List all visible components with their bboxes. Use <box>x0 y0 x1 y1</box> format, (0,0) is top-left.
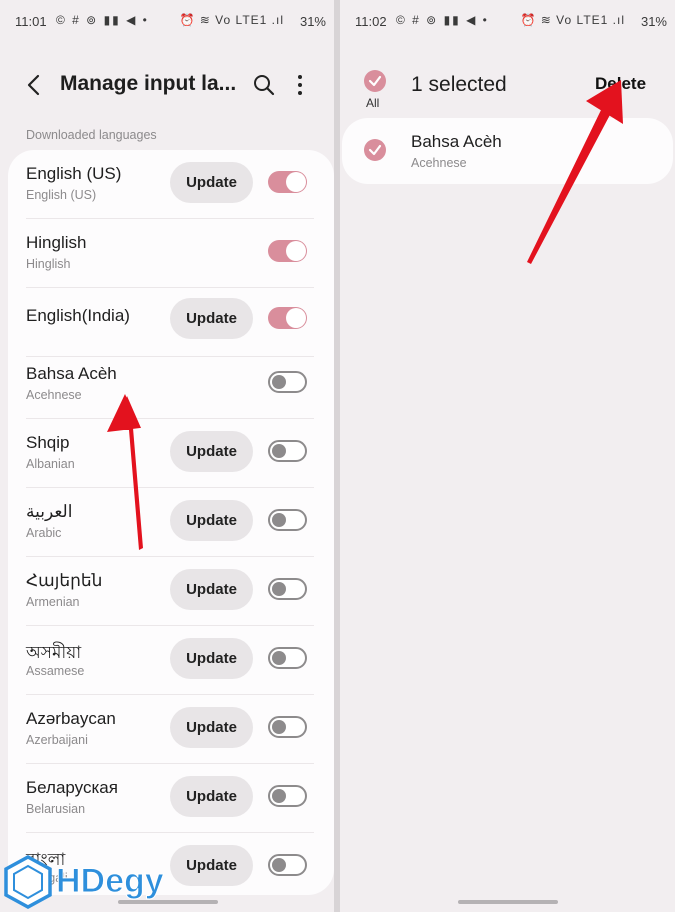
language-subtitle: Acehnese <box>26 388 82 402</box>
language-toggle[interactable] <box>268 854 307 876</box>
status-bar: 11:01 © # ⊚ ▮▮ ◀ • ⏰ ≋ Vo LTE1 .ıl 31% <box>0 0 334 44</box>
status-time: 11:02 <box>355 14 387 29</box>
update-button[interactable]: Update <box>170 569 253 610</box>
status-time: 11:01 <box>15 14 47 29</box>
language-name: Беларуская <box>26 778 118 797</box>
watermark: HDegy <box>0 848 200 912</box>
language-subtitle: Hinglish <box>26 257 71 271</box>
notification-icons: © # ⊚ ▮▮ ◀ • <box>56 13 149 27</box>
update-button[interactable]: Update <box>170 638 253 679</box>
language-toggle[interactable] <box>268 240 307 262</box>
language-subtitle: Albanian <box>26 457 75 471</box>
notification-icons: © # ⊚ ▮▮ ◀ • <box>396 13 489 27</box>
language-row[interactable]: العربية Arabic Update <box>8 488 334 557</box>
update-button[interactable]: Update <box>170 707 253 748</box>
manage-languages-screen: 11:01 © # ⊚ ▮▮ ◀ • ⏰ ≋ Vo LTE1 .ıl 31% M… <box>0 0 334 912</box>
language-row[interactable]: Беларуская Belarusian Update <box>8 764 334 833</box>
language-name: Հայերեն <box>26 571 103 590</box>
signal-icons: ⏰ ≋ Vo LTE1 .ıl <box>179 13 284 27</box>
update-button[interactable]: Update <box>170 162 253 203</box>
language-subtitle: Assamese <box>26 664 85 678</box>
language-name: English(India) <box>26 306 130 325</box>
hexagon-logo-icon <box>4 855 52 909</box>
watermark-text: HDegy <box>56 862 165 901</box>
language-name: Bahsa Acèh <box>411 132 502 151</box>
update-button[interactable]: Update <box>170 776 253 817</box>
selected-count: 1 selected <box>411 73 507 96</box>
language-toggle[interactable] <box>268 578 307 600</box>
checkmark-icon <box>368 75 382 87</box>
language-toggle[interactable] <box>268 785 307 807</box>
battery-level: 31% <box>640 14 667 29</box>
language-toggle[interactable] <box>268 171 307 193</box>
language-name: Hinglish <box>26 233 87 252</box>
language-row[interactable]: Hinglish Hinglish <box>8 219 334 288</box>
update-button[interactable]: Update <box>170 431 253 472</box>
checkmark-icon <box>368 144 382 156</box>
language-row[interactable]: Հայերեն Armenian Update <box>8 557 334 626</box>
row-checkbox[interactable] <box>364 139 386 161</box>
language-row[interactable]: Bahsa Acèh Acehnese <box>8 350 334 419</box>
language-name: English (US) <box>26 164 122 183</box>
language-subtitle: Arabic <box>26 526 62 540</box>
back-arrow-icon[interactable] <box>22 72 48 98</box>
section-label: Downloaded languages <box>26 128 157 142</box>
select-all-label: All <box>366 96 380 110</box>
language-row[interactable]: English (US) English (US) Update <box>8 150 334 219</box>
language-row[interactable]: Shqip Albanian Update <box>8 419 334 488</box>
language-subtitle: Armenian <box>26 595 80 609</box>
language-toggle[interactable] <box>268 440 307 462</box>
language-toggle[interactable] <box>268 647 307 669</box>
more-options-icon[interactable] <box>292 72 308 98</box>
language-toggle[interactable] <box>268 371 307 393</box>
language-name: Bahsa Acèh <box>26 364 117 383</box>
language-toggle[interactable] <box>268 716 307 738</box>
language-subtitle: Belarusian <box>26 802 86 816</box>
battery-level: 31% <box>299 14 326 29</box>
selected-language-row[interactable]: Bahsa Acèh Acehnese <box>342 118 673 184</box>
delete-button[interactable]: Delete <box>595 74 646 94</box>
search-icon[interactable] <box>251 72 277 98</box>
language-name: Shqip <box>26 433 70 452</box>
language-toggle[interactable] <box>268 509 307 531</box>
language-list: English (US) English (US) Update Hinglis… <box>8 150 334 895</box>
selection-screen: 11:02 © # ⊚ ▮▮ ◀ • ⏰ ≋ Vo LTE1 .ıl 31% A… <box>340 0 675 912</box>
language-name: العربية <box>26 502 73 521</box>
update-button[interactable]: Update <box>170 500 253 541</box>
navigation-handle[interactable] <box>458 900 558 904</box>
language-name: Azərbaycan <box>26 709 116 728</box>
language-row[interactable]: Azərbaycan Azerbaijani Update <box>8 695 334 764</box>
language-toggle[interactable] <box>268 307 307 329</box>
language-row[interactable]: অসমীয়া Assamese Update <box>8 626 334 695</box>
select-all-checkbox[interactable] <box>364 70 386 92</box>
page-title: Manage input la... <box>60 72 237 95</box>
signal-icons: ⏰ ≋ Vo LTE1 .ıl <box>520 13 625 27</box>
update-button[interactable]: Update <box>170 298 253 339</box>
language-subtitle: Acehnese <box>411 156 467 170</box>
status-bar: 11:02 © # ⊚ ▮▮ ◀ • ⏰ ≋ Vo LTE1 .ıl 31% <box>340 0 675 44</box>
language-subtitle: Azerbaijani <box>26 733 88 747</box>
language-row[interactable]: English(India) Update <box>8 288 334 357</box>
language-subtitle: English (US) <box>26 188 97 202</box>
